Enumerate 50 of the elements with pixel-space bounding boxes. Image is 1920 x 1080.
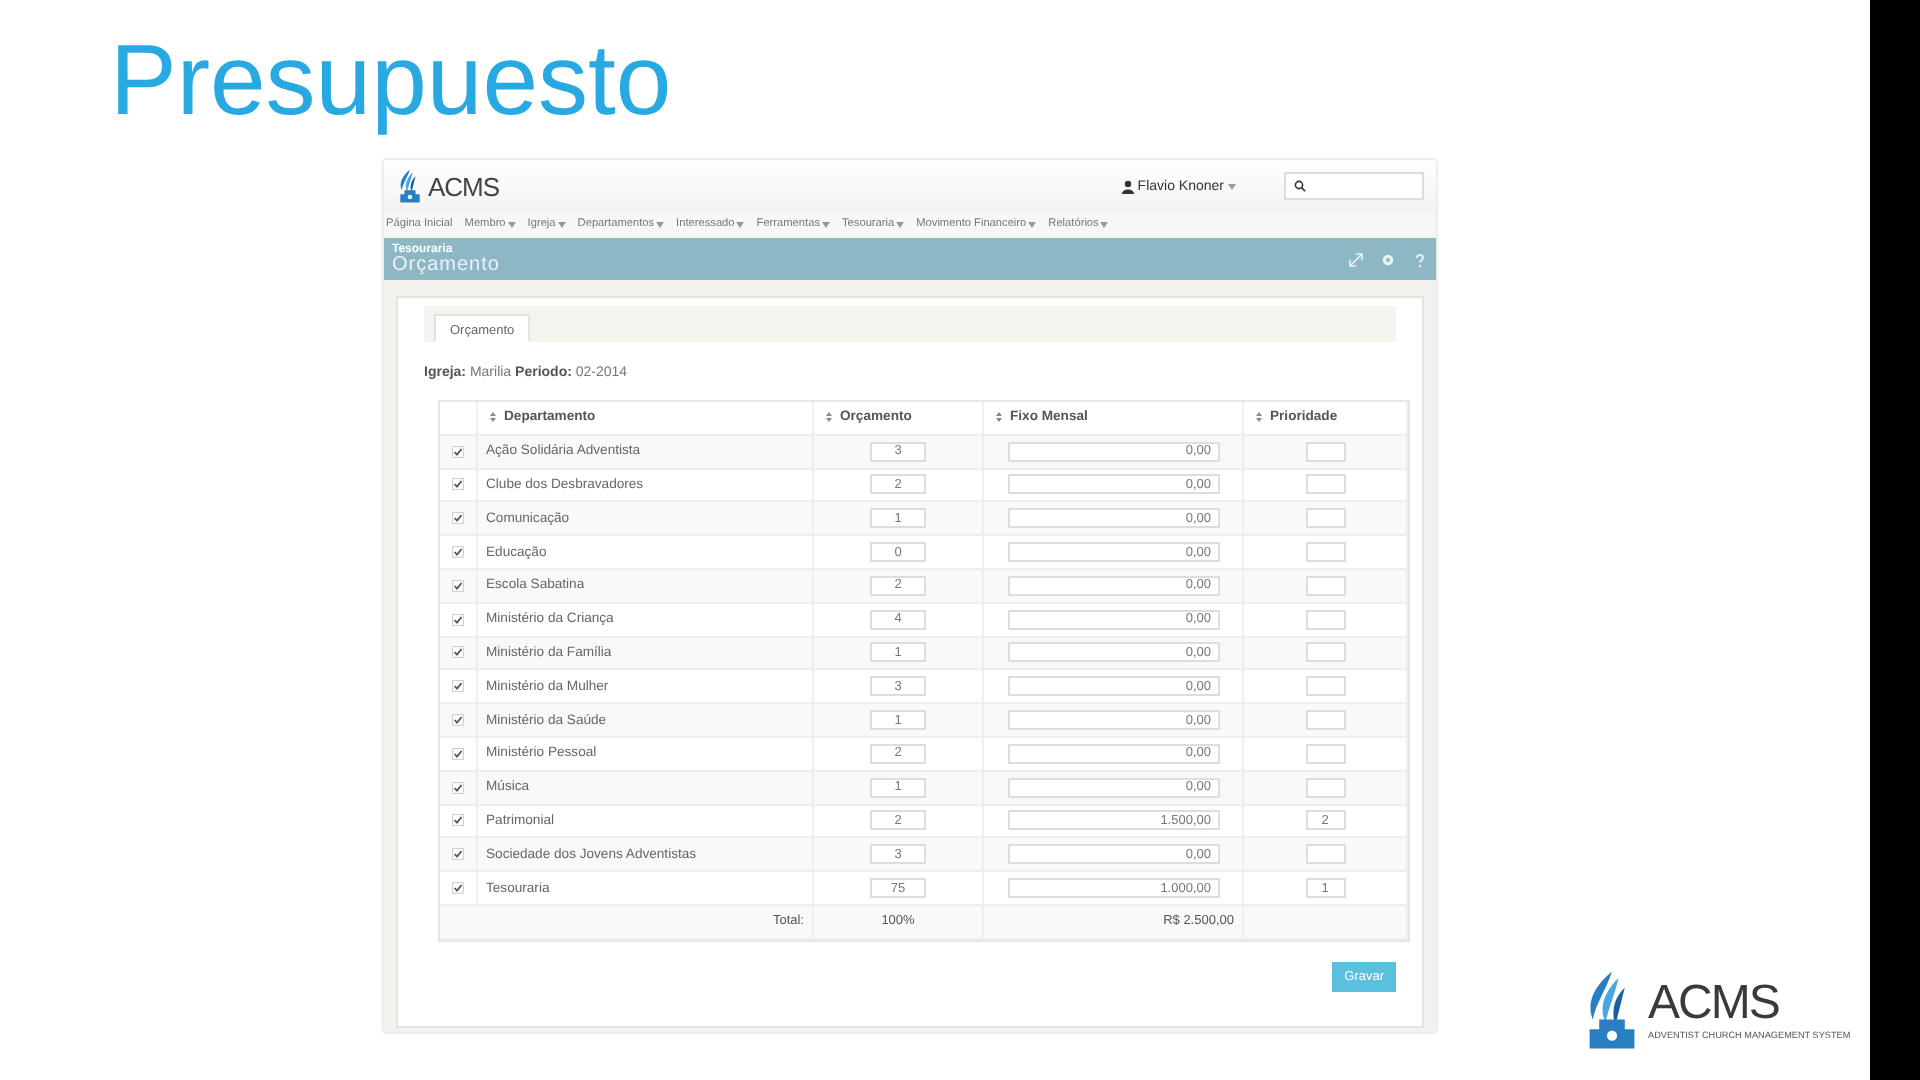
priority-field[interactable] (1305, 676, 1345, 697)
expand-icon[interactable] (1348, 251, 1364, 267)
checkbox[interactable] (452, 546, 464, 559)
checkbox[interactable] (452, 714, 464, 727)
checkbox[interactable] (452, 613, 464, 626)
caret-icon (1228, 183, 1236, 189)
caret-icon (656, 221, 665, 227)
priority-field[interactable] (1305, 642, 1345, 663)
priority-field[interactable] (1305, 777, 1345, 798)
page-title: Orçamento (392, 255, 500, 275)
checkbox[interactable] (452, 579, 464, 592)
app-logo-text: ACMS (428, 171, 500, 201)
priority-field[interactable] (1305, 844, 1345, 865)
caret-icon (1028, 221, 1037, 227)
sort-icon (826, 412, 832, 423)
sort-icon (1256, 412, 1262, 423)
priority-field[interactable] (1305, 474, 1345, 495)
checkbox[interactable] (452, 680, 464, 693)
checkbox[interactable] (452, 512, 464, 525)
caret-icon (557, 221, 566, 227)
checkbox[interactable] (452, 781, 464, 794)
priority-field[interactable] (1305, 575, 1345, 596)
priority-field[interactable] (1305, 542, 1345, 563)
checkbox[interactable] (452, 445, 464, 458)
priority-field[interactable] (1305, 710, 1345, 731)
priority-field[interactable] (1305, 441, 1345, 462)
slide-title: Presupuesto (110, 22, 672, 140)
checkbox[interactable] (452, 646, 464, 659)
sort-icon (490, 412, 496, 423)
caret-icon (736, 221, 745, 227)
priority-field[interactable] (1305, 609, 1345, 630)
checkbox[interactable] (452, 848, 464, 861)
logo-text: ACMS (1648, 980, 1781, 1028)
caret-icon (822, 221, 830, 227)
priority-field[interactable] (1305, 508, 1345, 529)
checkbox[interactable] (452, 478, 464, 491)
search-field[interactable] (1284, 172, 1424, 200)
checkbox[interactable] (452, 882, 464, 895)
help-icon[interactable] (1412, 251, 1428, 267)
settings-icon[interactable] (1380, 251, 1396, 267)
search-icon (1294, 180, 1306, 192)
caret-icon (507, 221, 516, 227)
caret-icon (896, 221, 905, 227)
checkbox[interactable] (452, 814, 464, 827)
caret-icon (1100, 221, 1109, 227)
checkbox[interactable] (452, 747, 464, 760)
flame-logo-icon (396, 168, 424, 204)
sort-icon (996, 412, 1002, 423)
user-icon (1121, 179, 1134, 193)
priority-field[interactable] (1305, 743, 1345, 764)
